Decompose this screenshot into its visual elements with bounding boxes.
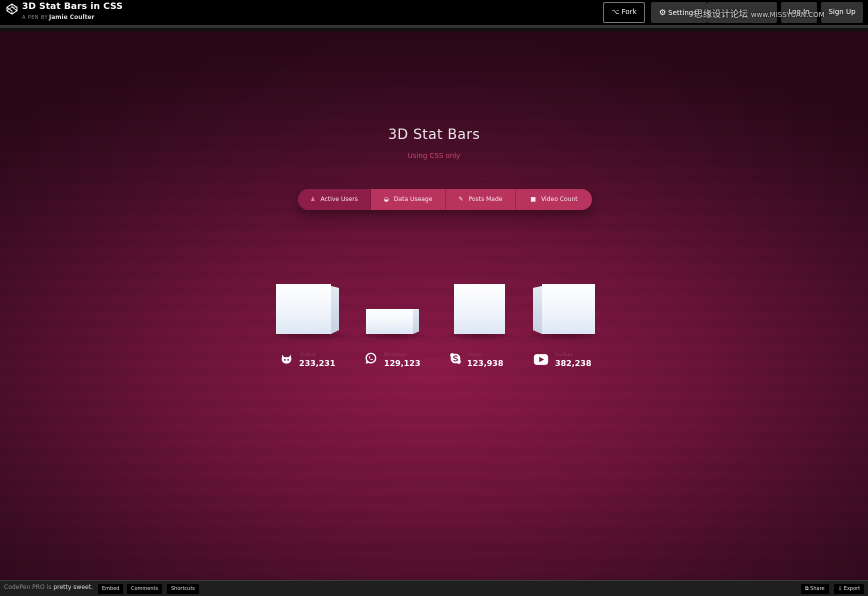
stat-label: GitHub xyxy=(300,352,316,357)
embed-button[interactable]: Embed xyxy=(98,584,124,594)
tab-label: Posts Made xyxy=(468,196,503,203)
stat-value: 129,123 xyxy=(384,359,421,368)
page-title: 3D Stat Bars xyxy=(388,127,480,143)
pen-by-label: A PEN BY xyxy=(22,15,48,21)
settings-label: Settings xyxy=(668,9,697,17)
pen-title: 3D Stat Bars in CSS xyxy=(22,2,123,12)
skype-icon xyxy=(450,353,461,364)
pie-icon: ◒ xyxy=(383,196,389,203)
youtube-icon xyxy=(533,354,549,365)
tab-video-count[interactable]: ■ Video Count xyxy=(516,189,592,210)
cube-front xyxy=(366,309,413,334)
pro-promo[interactable]: CodePen PRO is pretty sweet. xyxy=(4,584,93,591)
tab-posts-made[interactable]: ✎ Posts Made xyxy=(446,189,516,210)
watermark-site: www.MISSYUAN.COM xyxy=(750,11,825,19)
pen-author-link[interactable]: Jamie Coulter xyxy=(49,14,95,21)
tab-label: Active Users xyxy=(320,196,358,203)
cube-side xyxy=(413,309,419,334)
cube-side xyxy=(533,286,542,334)
cube-front xyxy=(276,284,331,334)
cube-front xyxy=(542,284,595,334)
signup-button[interactable]: Sign Up xyxy=(821,2,863,23)
tab-active-users[interactable]: ♟ Active Users xyxy=(298,189,371,210)
gear-icon: ⚙ xyxy=(659,8,667,17)
shortcuts-button[interactable]: Shortcuts xyxy=(167,584,199,594)
tab-label: Data Useage xyxy=(393,196,433,203)
comments-button[interactable]: Comments xyxy=(127,584,163,594)
pro-promo-text: CodePen PRO is xyxy=(4,584,52,591)
stat-value: 123,938 xyxy=(467,359,504,368)
codepen-logo-icon[interactable] xyxy=(6,3,18,15)
stat-value: 233,231 xyxy=(299,359,336,368)
video-icon: ■ xyxy=(530,196,537,203)
fork-button[interactable]: ⌥ Fork xyxy=(603,2,645,23)
watermark-main: 思缘设计论坛 xyxy=(694,10,749,20)
whatsapp-icon xyxy=(365,352,377,364)
cube-side xyxy=(331,286,339,334)
stat-tabs: ♟ Active Users ◒ Data Useage ✎ Posts Made ■… xyxy=(298,189,592,210)
codepen-footer: CodePen PRO is pretty sweet. Embed Comme… xyxy=(0,580,868,596)
edit-icon: ✎ xyxy=(458,196,464,203)
stat-label: Skype xyxy=(468,352,482,357)
user-icon: ♟ xyxy=(310,196,316,203)
share-button[interactable]: ⧉ Share xyxy=(801,584,829,594)
pen-preview: 3D Stat Bars Using CSS only ♟ Active User… xyxy=(0,31,868,580)
stat-value: 382,238 xyxy=(555,359,592,368)
tab-label: Video Count xyxy=(541,196,578,203)
tab-data-useage[interactable]: ◒ Data Useage xyxy=(371,189,446,210)
stat-label: YouTube xyxy=(555,352,574,357)
stat-label: WhatsApp xyxy=(384,352,407,357)
page-subtitle: Using CSS only xyxy=(407,152,461,160)
github-icon xyxy=(281,354,292,364)
export-button[interactable]: ⇩ Export xyxy=(834,584,865,594)
watermark: 思缘设计论坛 www.MISSYUAN.COM xyxy=(694,7,825,20)
pro-promo-tail: pretty sweet. xyxy=(53,584,93,591)
codepen-header: 3D Stat Bars in CSS A PEN BY Jamie Coult… xyxy=(0,0,868,28)
cube-front xyxy=(454,284,505,334)
